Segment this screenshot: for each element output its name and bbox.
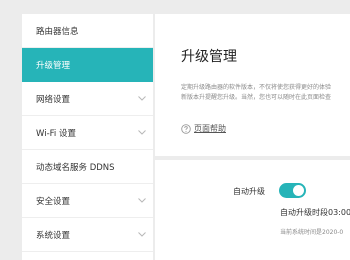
sidebar-item-label: 系统设置 [36,230,71,241]
upgrade-header-panel: 升级管理 定期升级路由器的软件版本，不仅将使您获得更好的体验 新版本升提醒您升级… [155,14,350,156]
router-admin-app: 路由器信息 升级管理 网络设置 Wi-Fi 设置 动态域名服务 DDNS 安全设… [0,0,350,260]
sidebar-item-label: 网络设置 [36,94,71,105]
toggle-knob [293,185,304,196]
sidebar-item-network-settings[interactable]: 网络设置 [22,82,153,116]
page-title: 升级管理 [181,49,237,65]
sidebar-item-security-settings[interactable]: 安全设置 [22,184,153,218]
help-link[interactable]: 页面帮助 [181,123,226,134]
question-circle-icon [181,123,191,134]
sidebar-item-router-info[interactable]: 路由器信息 [22,14,153,48]
sidebar-item-label: Wi-Fi 设置 [36,128,76,139]
auto-upgrade-panel: 自动升级 自动升级时段03:00 当前系统时间是2020-0 [155,160,350,260]
upgrade-period[interactable]: 自动升级时段03:00 [280,207,350,218]
chevron-down-icon [137,93,147,103]
chevron-down-icon [137,127,147,137]
sidebar-item-upgrade-management[interactable]: 升级管理 [22,48,153,82]
sidebar-item-label: 路由器信息 [36,26,79,37]
auto-upgrade-label: 自动升级 [233,187,265,196]
help-link-text: 页面帮助 [194,124,226,133]
description-line: 定期升级路由器的软件版本，不仅将使您获得更好的体验 [181,84,332,91]
sidebar-item-wifi-settings[interactable]: Wi-Fi 设置 [22,116,153,150]
auto-upgrade-toggle[interactable] [279,183,306,198]
sidebar-item-label: 升级管理 [36,60,71,71]
sidebar-item-ddns[interactable]: 动态域名服务 DDNS [22,150,153,184]
sidebar: 路由器信息 升级管理 网络设置 Wi-Fi 设置 动态域名服务 DDNS 安全设… [22,14,153,260]
page-description: 定期升级路由器的软件版本，不仅将使您获得更好的体验 新版本升提醒您升级。当然，您… [181,83,350,103]
chevron-down-icon [137,229,147,239]
chevron-down-icon [137,195,147,205]
description-line: 新版本升提醒您升级。当然，您也可以随时在此页面检查 [181,94,332,101]
sidebar-item-label: 动态域名服务 DDNS [36,162,115,173]
system-time-text: 当前系统时间是2020-0 [280,229,344,236]
sidebar-item-system-settings[interactable]: 系统设置 [22,218,153,252]
sidebar-item-label: 安全设置 [36,196,71,207]
